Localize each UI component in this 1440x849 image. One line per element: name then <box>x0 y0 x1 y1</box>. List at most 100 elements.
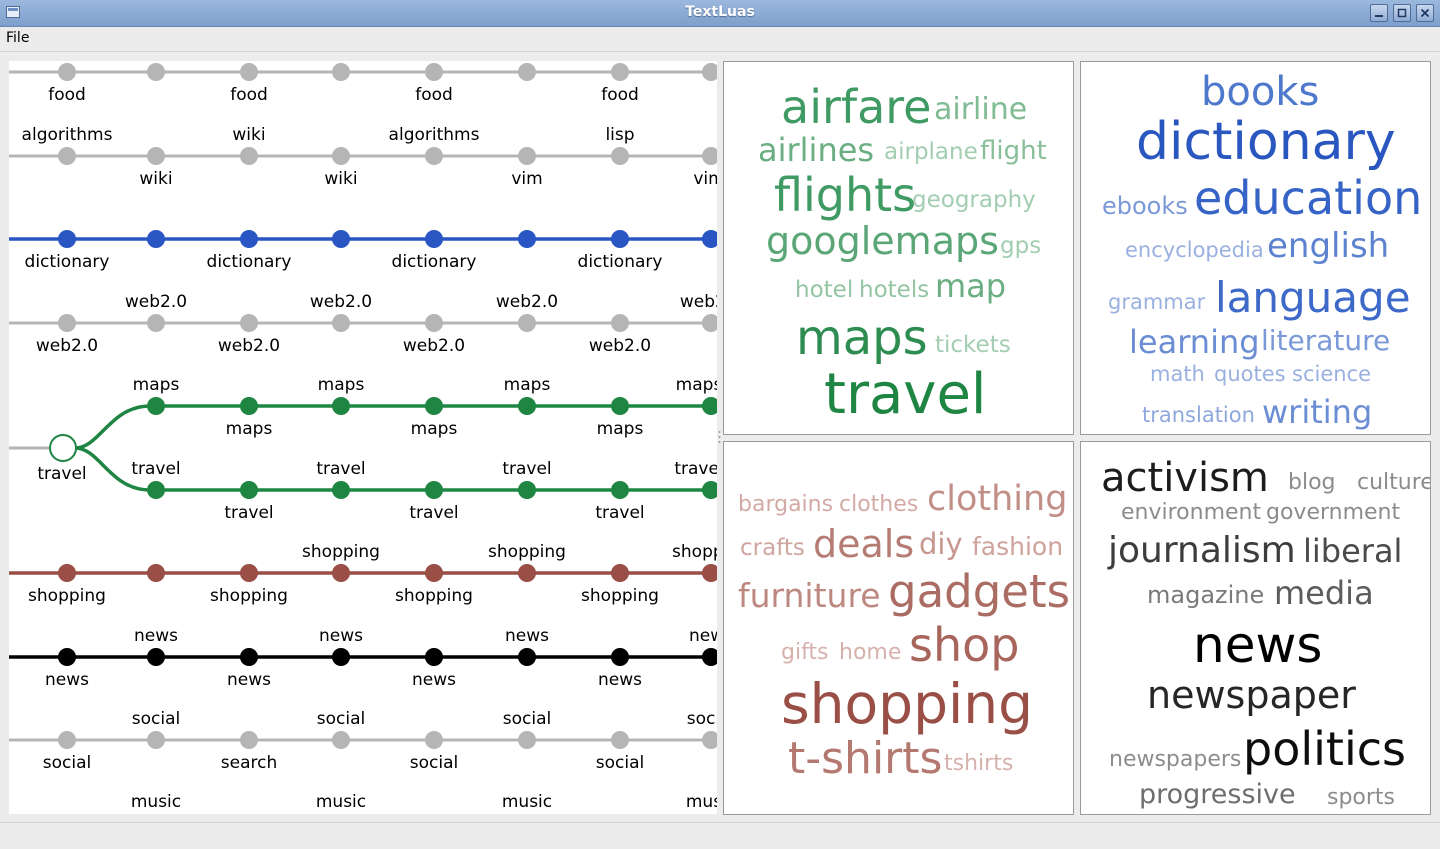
education-tag-cloud[interactable]: books dictionary ebooks education encycloped… <box>1080 61 1431 435</box>
minimize-button[interactable] <box>1370 4 1388 22</box>
cloud-word-map[interactable]: map <box>935 270 1006 302</box>
cloud-word-literature[interactable]: literature <box>1261 327 1390 355</box>
cloud-word-encyclopedia[interactable]: encyclopedia <box>1125 240 1264 261</box>
maximize-button[interactable] <box>1393 4 1411 22</box>
cloud-word-liberal[interactable]: liberal <box>1303 535 1402 567</box>
cloud-word-ebooks[interactable]: ebooks <box>1102 194 1188 218</box>
cloud-word-airlines[interactable]: airlines <box>758 134 874 166</box>
cloud-word-hotel[interactable]: hotel <box>795 279 853 302</box>
cloud-word-language[interactable]: language <box>1215 277 1411 319</box>
cloud-word-environment[interactable]: environment <box>1121 502 1261 524</box>
cloud-word-home[interactable]: home <box>839 642 901 664</box>
cloud-word-science[interactable]: science <box>1292 364 1371 385</box>
cloud-word-learning[interactable]: learning <box>1129 326 1260 358</box>
status-bar <box>0 822 1440 849</box>
tag-node <box>332 63 350 81</box>
cloud-word-airline[interactable]: airline <box>934 95 1027 125</box>
cloud-word-dictionary[interactable]: dictionary <box>1136 116 1396 168</box>
cloud-word-airplane[interactable]: airplane <box>884 141 978 164</box>
tag-label: travel <box>674 459 717 479</box>
close-button[interactable] <box>1416 4 1434 22</box>
tag-label: shopping <box>672 542 717 562</box>
cloud-word-gps[interactable]: gps <box>1000 235 1041 258</box>
cloud-word-activism[interactable]: activism <box>1101 458 1269 498</box>
tag-node <box>58 314 76 332</box>
tag-label: news <box>412 670 456 690</box>
cloud-word-blog[interactable]: blog <box>1288 472 1336 494</box>
tag-tree-panel[interactable]: food food food food algorithms wiki algorithms… <box>9 61 717 814</box>
tag-label: music <box>316 792 366 812</box>
cloud-word-tickets[interactable]: tickets <box>935 334 1011 357</box>
cloud-word-sports[interactable]: sports <box>1327 787 1395 809</box>
tag-node <box>332 397 350 415</box>
news-tag-cloud[interactable]: activism blog culture environment government… <box>1080 441 1431 815</box>
cloud-word-education[interactable]: education <box>1194 175 1422 221</box>
cloud-word-writing[interactable]: writing <box>1262 396 1372 428</box>
cloud-word-shopping[interactable]: shopping <box>781 677 1033 732</box>
tag-node <box>425 564 443 582</box>
minimize-icon <box>1375 15 1383 17</box>
tag-label: wiki <box>232 125 265 145</box>
cloud-word-googlemaps[interactable]: googlemaps <box>766 222 999 260</box>
cloud-word-media[interactable]: media <box>1274 577 1374 609</box>
tag-label: maps <box>676 375 717 395</box>
tag-node <box>240 481 258 499</box>
cloud-word-flights[interactable]: flights <box>774 172 916 218</box>
cloud-word-quotes[interactable]: quotes <box>1214 364 1286 385</box>
splitter-handle[interactable] <box>718 430 721 444</box>
cloud-word-geography[interactable]: geography <box>912 189 1036 212</box>
cloud-word-gifts[interactable]: gifts <box>781 642 829 664</box>
cloud-word-journalism[interactable]: journalism <box>1108 533 1296 569</box>
shopping-tag-cloud[interactable]: bargains clothes clothing crafts deals diy fas… <box>723 441 1074 815</box>
tag-node <box>518 731 536 749</box>
cloud-word-hotels[interactable]: hotels <box>859 279 929 302</box>
cloud-word-grammar[interactable]: grammar <box>1108 292 1205 313</box>
tag-label: maps <box>597 419 644 439</box>
cloud-word-deals[interactable]: deals <box>813 525 914 563</box>
cloud-word-flight[interactable]: flight <box>980 138 1047 164</box>
cloud-word-books[interactable]: books <box>1201 72 1319 112</box>
tag-label: news <box>319 626 363 646</box>
cloud-word-t-shirts[interactable]: t-shirts <box>788 737 942 781</box>
root-node <box>49 434 77 462</box>
tag-node <box>332 230 350 248</box>
cloud-word-fashion[interactable]: fashion <box>972 534 1063 559</box>
cloud-word-bargains[interactable]: bargains <box>738 494 833 516</box>
tag-label: travel <box>316 459 365 479</box>
tag-label: shopping <box>210 586 288 606</box>
cloud-word-shop[interactable]: shop <box>909 622 1019 668</box>
tag-node <box>518 481 536 499</box>
cloud-word-culture[interactable]: culture <box>1357 472 1430 494</box>
tag-label: travel <box>595 503 644 523</box>
cloud-word-airfare[interactable]: airfare <box>781 84 931 130</box>
tag-node <box>58 230 76 248</box>
cloud-word-clothes[interactable]: clothes <box>839 494 918 516</box>
travel-tag-cloud[interactable]: airfare airline airlines airplane flight flig… <box>723 61 1074 435</box>
tag-label: news <box>505 626 549 646</box>
cloud-word-crafts[interactable]: crafts <box>740 537 805 560</box>
cloud-word-tshirts[interactable]: tshirts <box>944 753 1013 775</box>
tag-tree[interactable]: food food food food algorithms wiki algorithms… <box>9 61 717 814</box>
tag-label: news <box>45 670 89 690</box>
menu-file[interactable]: File <box>6 30 29 46</box>
tag-node <box>702 314 717 332</box>
cloud-word-travel[interactable]: travel <box>824 367 986 423</box>
cloud-word-government[interactable]: government <box>1266 502 1400 524</box>
tag-node <box>702 397 717 415</box>
title-bar[interactable]: TextLuas <box>0 0 1440 27</box>
cloud-word-diy[interactable]: diy <box>919 530 963 559</box>
cloud-word-math[interactable]: math <box>1150 364 1205 385</box>
cloud-word-gadgets[interactable]: gadgets <box>888 569 1070 614</box>
cloud-word-furniture[interactable]: furniture <box>738 579 881 612</box>
cloud-word-magazine[interactable]: magazine <box>1147 583 1264 607</box>
tag-node <box>147 147 165 165</box>
cloud-word-news[interactable]: news <box>1193 620 1322 670</box>
cloud-word-newspaper[interactable]: newspaper <box>1147 676 1356 714</box>
cloud-word-newspapers[interactable]: newspapers <box>1109 749 1241 771</box>
cloud-word-maps[interactable]: maps <box>796 314 928 362</box>
cloud-word-politics[interactable]: politics <box>1243 726 1406 772</box>
cloud-word-translation[interactable]: translation <box>1142 405 1255 426</box>
cloud-word-progressive[interactable]: progressive <box>1139 781 1296 808</box>
cloud-word-clothing[interactable]: clothing <box>927 482 1067 517</box>
cloud-word-english[interactable]: english <box>1267 229 1389 263</box>
